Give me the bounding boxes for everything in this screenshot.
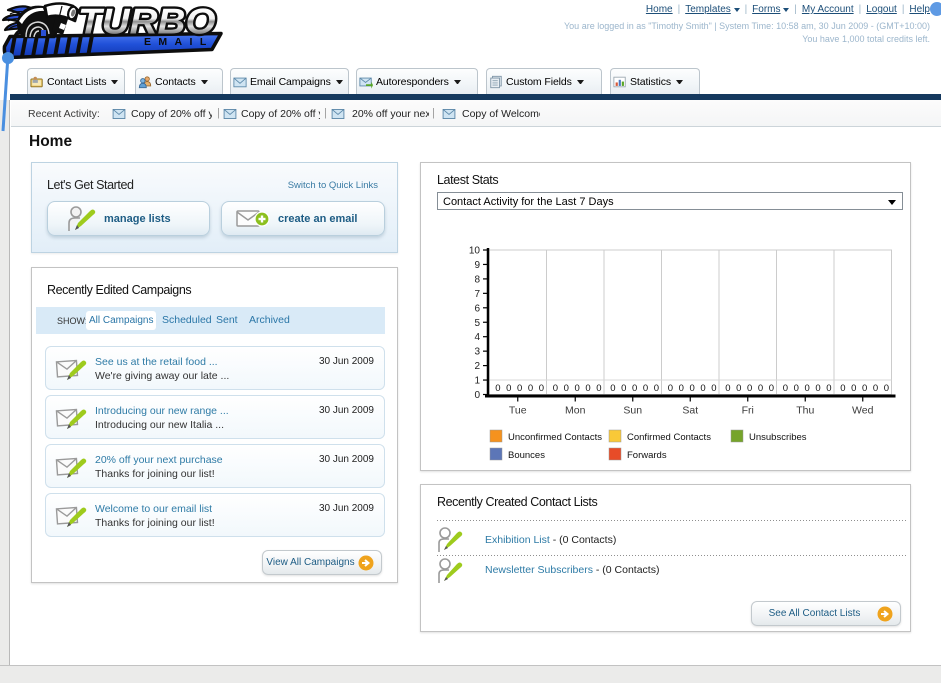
svg-text:4: 4 xyxy=(474,332,480,343)
svg-text:6: 6 xyxy=(474,303,480,314)
svg-text:0: 0 xyxy=(805,383,810,394)
svg-text:0: 0 xyxy=(769,383,774,394)
svg-text:0: 0 xyxy=(643,383,648,394)
svg-text:0: 0 xyxy=(632,383,637,394)
svg-text:2: 2 xyxy=(474,361,480,372)
svg-text:0: 0 xyxy=(575,383,580,394)
svg-text:0: 0 xyxy=(654,383,659,394)
svg-text:0: 0 xyxy=(747,383,752,394)
svg-text:Sat: Sat xyxy=(682,405,698,417)
svg-text:0: 0 xyxy=(506,383,511,394)
svg-text:7: 7 xyxy=(474,289,480,300)
svg-text:0: 0 xyxy=(553,383,558,394)
svg-text:9: 9 xyxy=(474,260,480,271)
svg-text:1: 1 xyxy=(474,376,480,387)
svg-text:Unsubscribes: Unsubscribes xyxy=(749,432,807,443)
svg-text:Unconfirmed Contacts: Unconfirmed Contacts xyxy=(508,432,602,443)
svg-text:0: 0 xyxy=(528,383,533,394)
svg-text:Confirmed Contacts: Confirmed Contacts xyxy=(627,432,711,443)
svg-text:8: 8 xyxy=(474,274,480,285)
svg-text:Mon: Mon xyxy=(565,405,586,417)
svg-text:0: 0 xyxy=(862,383,867,394)
svg-text:0: 0 xyxy=(815,383,820,394)
svg-text:0: 0 xyxy=(621,383,626,394)
svg-text:0: 0 xyxy=(690,383,695,394)
svg-text:Wed: Wed xyxy=(852,405,874,417)
svg-text:0: 0 xyxy=(495,383,500,394)
svg-text:0: 0 xyxy=(711,383,716,394)
svg-text:10: 10 xyxy=(469,246,481,257)
svg-text:0: 0 xyxy=(758,383,763,394)
svg-text:0: 0 xyxy=(783,383,788,394)
svg-text:EMAIL: EMAIL xyxy=(144,36,214,48)
svg-text:0: 0 xyxy=(679,383,684,394)
svg-text:Bounces: Bounces xyxy=(508,450,545,461)
svg-text:0: 0 xyxy=(884,383,889,394)
svg-text:0: 0 xyxy=(610,383,615,394)
svg-text:Forwards: Forwards xyxy=(627,450,667,461)
svg-text:Thu: Thu xyxy=(796,405,814,417)
svg-text:0: 0 xyxy=(794,383,799,394)
svg-text:0: 0 xyxy=(585,383,590,394)
svg-text:0: 0 xyxy=(474,390,480,401)
svg-text:0: 0 xyxy=(851,383,856,394)
svg-text:Fri: Fri xyxy=(742,405,754,417)
svg-text:0: 0 xyxy=(596,383,601,394)
svg-text:3: 3 xyxy=(474,347,480,358)
svg-text:0: 0 xyxy=(840,383,845,394)
svg-text:0: 0 xyxy=(873,383,878,394)
svg-text:0: 0 xyxy=(564,383,569,394)
svg-text:0: 0 xyxy=(539,383,544,394)
svg-text:0: 0 xyxy=(725,383,730,394)
svg-text:0: 0 xyxy=(826,383,831,394)
svg-text:0: 0 xyxy=(700,383,705,394)
svg-text:5: 5 xyxy=(474,318,480,329)
svg-text:0: 0 xyxy=(736,383,741,394)
svg-text:Tue: Tue xyxy=(509,405,527,417)
svg-text:0: 0 xyxy=(517,383,522,394)
svg-text:0: 0 xyxy=(668,383,673,394)
svg-text:Sun: Sun xyxy=(623,405,642,417)
